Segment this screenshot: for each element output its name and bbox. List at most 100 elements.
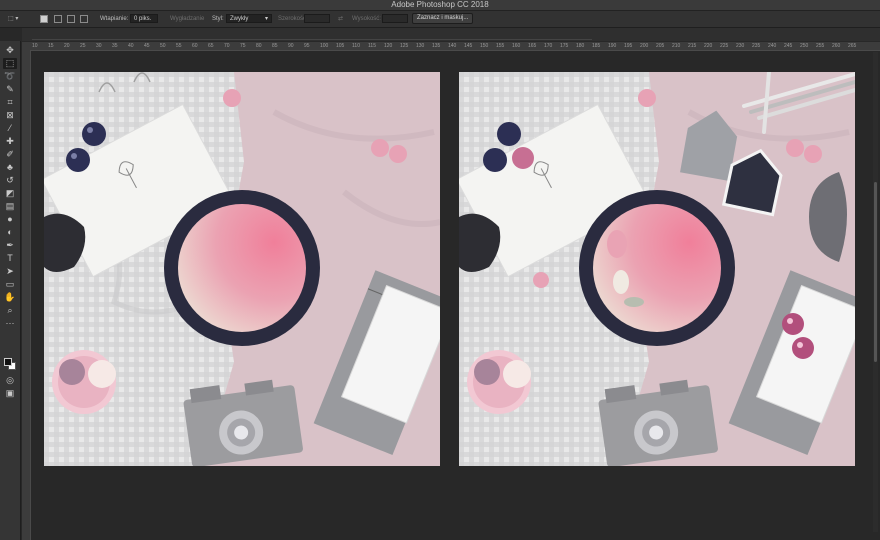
ruler-tick-label: 180 bbox=[576, 43, 585, 49]
ruler-tick-label: 70 bbox=[224, 43, 230, 49]
ruler-tick-label: 160 bbox=[512, 43, 521, 49]
add-to-selection-icon[interactable] bbox=[54, 15, 62, 23]
gradient-tool-icon[interactable]: ▤ bbox=[3, 201, 17, 212]
ruler-tick-label: 225 bbox=[720, 43, 729, 49]
marquee-preset-icon[interactable]: ⬚ ▾ bbox=[8, 14, 18, 24]
ruler-tick-label: 255 bbox=[816, 43, 825, 49]
style-select[interactable]: Zwykły ▾ bbox=[226, 14, 272, 23]
ruler-tick-label: 105 bbox=[336, 43, 345, 49]
ruler-tick-label: 190 bbox=[608, 43, 617, 49]
ruler-tick-label: 20 bbox=[64, 43, 70, 49]
scrollbar-thumb[interactable] bbox=[874, 182, 877, 362]
ruler-tick-label: 235 bbox=[752, 43, 761, 49]
tools-panel: ◎ ▣ ✥ ⬚ ➰ ✎ ⌗ ⊠ ⁄ ✚ ✐ ♣ ↺ ◩ ▤ ● ◐ ✒ T ➤ ▭ ✋ ⌕ ··· bbox=[0, 41, 21, 540]
ruler-tick-label: 25 bbox=[80, 43, 86, 49]
ruler-tick-label: 170 bbox=[544, 43, 553, 49]
ruler-tick-label: 175 bbox=[560, 43, 569, 49]
document-canvas-original[interactable] bbox=[44, 72, 440, 466]
ruler-tick-label: 155 bbox=[496, 43, 505, 49]
crop-tool-icon[interactable]: ⌗ bbox=[3, 97, 17, 108]
intersect-selection-icon[interactable] bbox=[80, 15, 88, 23]
ruler-tick-label: 15 bbox=[48, 43, 54, 49]
screen-mode-icon[interactable]: ▣ bbox=[3, 388, 17, 399]
width-input[interactable] bbox=[304, 14, 330, 23]
antialias-checkbox-label[interactable]: Wygładzanie bbox=[170, 14, 204, 24]
quick-mask-icon[interactable]: ◎ bbox=[3, 375, 17, 386]
ruler-tick-label: 55 bbox=[176, 43, 182, 49]
hand-tool-icon[interactable]: ✋ bbox=[3, 292, 17, 303]
frame-tool-icon[interactable]: ⊠ bbox=[3, 110, 17, 121]
ruler-tick-label: 120 bbox=[384, 43, 393, 49]
ruler-tick-label: 85 bbox=[272, 43, 278, 49]
ruler-tick-label: 150 bbox=[480, 43, 489, 49]
more-tools-icon[interactable]: ··· bbox=[3, 318, 17, 329]
ruler-tick-label: 260 bbox=[832, 43, 841, 49]
eraser-tool-icon[interactable]: ◩ bbox=[3, 188, 17, 199]
brush-tool-icon[interactable]: ✐ bbox=[3, 149, 17, 160]
ruler-tick-label: 205 bbox=[656, 43, 665, 49]
zoom-tool-icon[interactable]: ⌕ bbox=[3, 305, 17, 316]
ruler-tick-label: 210 bbox=[672, 43, 681, 49]
ruler-tick-label: 75 bbox=[240, 43, 246, 49]
window-title: Adobe Photoshop CC 2018 bbox=[391, 0, 489, 9]
eyedropper-tool-icon[interactable]: ⁄ bbox=[3, 123, 17, 134]
new-selection-icon[interactable] bbox=[40, 15, 48, 23]
ruler-tick-label: 90 bbox=[288, 43, 294, 49]
ruler-tick-label: 135 bbox=[432, 43, 441, 49]
original-photo-image bbox=[44, 72, 440, 466]
ruler-tick-label: 110 bbox=[352, 43, 360, 49]
ruler-tick-label: 80 bbox=[256, 43, 262, 49]
tab-strip-divider bbox=[32, 39, 592, 40]
history-brush-tool-icon[interactable]: ↺ bbox=[3, 175, 17, 186]
foreground-color-swatch[interactable] bbox=[4, 358, 12, 366]
ruler-tick-label: 215 bbox=[688, 43, 697, 49]
ruler-tick-label: 220 bbox=[704, 43, 713, 49]
document-tab-bar bbox=[22, 28, 880, 41]
ruler-tick-label: 50 bbox=[160, 43, 166, 49]
ruler-tick-label: 115 bbox=[368, 43, 376, 49]
path-select-tool-icon[interactable]: ➤ bbox=[3, 266, 17, 277]
ruler-tick-label: 265 bbox=[848, 43, 857, 49]
marquee-tool-icon[interactable]: ⬚ bbox=[3, 58, 17, 69]
feather-input[interactable]: 0 piks. bbox=[130, 14, 158, 23]
ruler-tick-label: 10 bbox=[32, 43, 38, 49]
move-tool-icon[interactable]: ✥ bbox=[3, 45, 17, 56]
ruler-tick-label: 250 bbox=[800, 43, 809, 49]
ruler-tick-label: 185 bbox=[592, 43, 601, 49]
ruler-tick-label: 240 bbox=[768, 43, 777, 49]
style-label: Styl: bbox=[212, 16, 224, 22]
ruler-tick-label: 100 bbox=[320, 43, 329, 49]
ruler-tick-label: 60 bbox=[192, 43, 198, 49]
healing-tool-icon[interactable]: ✚ bbox=[3, 136, 17, 147]
ruler-tick-label: 35 bbox=[112, 43, 118, 49]
title-bar: Adobe Photoshop CC 2018 bbox=[0, 0, 880, 11]
ruler-tick-label: 40 bbox=[128, 43, 134, 49]
shape-tool-icon[interactable]: ▭ bbox=[3, 279, 17, 290]
style-select-value: Zwykły bbox=[230, 16, 249, 22]
ruler-tick-label: 30 bbox=[96, 43, 102, 49]
lasso-tool-icon[interactable]: ➰ bbox=[3, 71, 17, 82]
type-tool-icon[interactable]: T bbox=[3, 253, 17, 264]
ruler-tick-label: 245 bbox=[784, 43, 793, 49]
ruler-tick-label: 125 bbox=[400, 43, 409, 49]
ruler-tick-label: 140 bbox=[448, 43, 457, 49]
blur-tool-icon[interactable]: ● bbox=[3, 214, 17, 225]
pen-tool-icon[interactable]: ✒ bbox=[3, 240, 17, 251]
ruler-tick-label: 145 bbox=[464, 43, 473, 49]
stamp-tool-icon[interactable]: ♣ bbox=[3, 162, 17, 173]
select-and-mask-button[interactable]: Zaznacz i maskuj... bbox=[412, 13, 474, 24]
horizontal-ruler: 10 15 20 25 30 35 40 45 50 55 60 65 70 75 80 85 90 95 100 1… bbox=[22, 42, 880, 51]
vertical-scrollbar[interactable] bbox=[873, 52, 878, 532]
ruler-tick-label: 65 bbox=[208, 43, 214, 49]
options-bar: ⬚ ▾ Wtapianie: 0 piks. Wygładzanie Styl:… bbox=[0, 11, 880, 28]
ruler-tick-label: 45 bbox=[144, 43, 150, 49]
ruler-tick-label: 230 bbox=[736, 43, 745, 49]
ruler-tick-label: 130 bbox=[416, 43, 425, 49]
swap-dimensions-icon[interactable]: ⇄ bbox=[338, 14, 343, 24]
document-canvas-edited[interactable] bbox=[459, 72, 855, 466]
height-input[interactable] bbox=[382, 14, 408, 23]
quick-select-tool-icon[interactable]: ✎ bbox=[3, 84, 17, 95]
ruler-tick-label: 200 bbox=[640, 43, 649, 49]
dodge-tool-icon[interactable]: ◐ bbox=[3, 227, 17, 238]
subtract-from-selection-icon[interactable] bbox=[67, 15, 75, 23]
